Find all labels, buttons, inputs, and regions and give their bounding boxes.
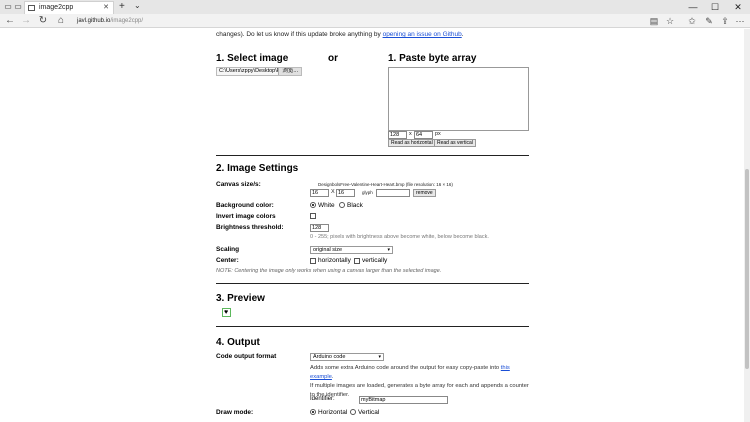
read-horizontal-button[interactable]: Read as horizontal — [388, 139, 436, 147]
center-vertical-checkbox[interactable] — [354, 258, 360, 264]
divider-3 — [216, 326, 529, 327]
canvas-width-input[interactable]: 16 — [310, 189, 329, 197]
glyph-input[interactable] — [376, 189, 410, 197]
favicon-icon — [28, 5, 35, 11]
identifier-input[interactable]: myBitmap — [359, 396, 448, 404]
code-format-label: Code output format — [216, 353, 277, 360]
center-horizontal-label: horizontally — [318, 257, 351, 264]
or-heading: or — [328, 53, 338, 64]
code-format-value: Arduino code — [313, 354, 346, 360]
tab-actions-icon[interactable]: ▭ — [3, 2, 13, 12]
format-desc-prefix: Adds some extra Arduino code around the … — [310, 365, 501, 371]
remove-button[interactable]: remove — [413, 189, 436, 197]
center-vertical-label: vertically — [362, 257, 388, 264]
identifier-label: Identifier: — [310, 396, 335, 402]
scaling-value: original size — [313, 247, 343, 253]
chevron-down-icon: ▾ — [378, 354, 381, 360]
paste-array-heading: 1. Paste byte array — [388, 53, 477, 64]
browser-nav-bar: ← → ↻ ⌂ javl.github.io/image2cpp/ ▤ ☆ ✩ … — [0, 14, 750, 28]
format-desc-suffix: . — [331, 374, 334, 380]
window-close-icon[interactable]: ✕ — [727, 0, 749, 14]
reading-view-icon[interactable]: ▤ — [648, 15, 660, 27]
browse-button[interactable]: 浏览... — [278, 68, 301, 75]
tab-close-icon[interactable]: ✕ — [103, 2, 109, 14]
glyph-label: glyph — [362, 190, 373, 195]
back-icon[interactable]: ← — [4, 15, 16, 27]
paste-height-input[interactable]: 64 — [414, 131, 433, 139]
intro-suffix: . — [461, 31, 464, 38]
center-note: NOTE: Centering the image only works whe… — [216, 268, 442, 274]
background-color-label: Background color: — [216, 202, 274, 209]
brightness-input[interactable]: 128 — [310, 224, 329, 232]
select-image-heading: 1. Select image — [216, 53, 289, 64]
notes-icon[interactable]: ✎ — [703, 15, 715, 27]
invert-colors-label: Invert image colors — [216, 213, 276, 220]
byte-array-textarea[interactable] — [388, 67, 529, 131]
preview-heading: 3. Preview — [216, 293, 265, 304]
browser-tab[interactable]: image2cpp ✕ — [24, 1, 114, 14]
divider-2 — [216, 283, 529, 284]
preview-canvas: ♥ — [222, 308, 231, 317]
scaling-select[interactable]: original size ▾ — [310, 246, 393, 254]
favorite-icon[interactable]: ☆ — [664, 15, 676, 27]
page-content: changes). Do let us know if this update … — [0, 29, 744, 422]
divider-1 — [216, 155, 529, 156]
share-icon[interactable]: ⇪ — [719, 15, 731, 27]
favorites-hub-icon[interactable]: ✩ — [686, 15, 698, 27]
address-path: /image2cpp/ — [110, 18, 144, 24]
read-vertical-button[interactable]: Read as vertical — [434, 139, 476, 147]
output-heading: 4. Output — [216, 337, 260, 348]
paste-width-input[interactable]: 128 — [388, 131, 407, 139]
address-bar[interactable]: javl.github.io/image2cpp/ — [77, 16, 667, 26]
home-icon[interactable]: ⌂ — [55, 15, 67, 27]
file-input-value: C:\Users\zppy\Desktop\F — [219, 68, 281, 74]
canvas-height-input[interactable]: 16 — [336, 189, 355, 197]
brightness-threshold-label: Brightness threshold: — [216, 224, 284, 231]
brightness-note: 0 - 255; pixels with brightness above be… — [310, 234, 489, 240]
browser-tab-bar: ▭ ▭ image2cpp ✕ + ⌄ — ☐ ✕ — [0, 0, 750, 14]
github-issue-link[interactable]: opening an issue on Github — [383, 31, 462, 38]
center-label: Center: — [216, 257, 239, 264]
draw-mode-label: Draw mode: — [216, 409, 254, 416]
code-format-select[interactable]: Arduino code ▾ — [310, 353, 384, 361]
intro-text: changes). Do let us know if this update … — [216, 31, 464, 38]
maximize-icon[interactable]: ☐ — [704, 0, 726, 14]
forward-icon[interactable]: → — [20, 15, 32, 27]
draw-vertical-label: Vertical — [358, 409, 380, 416]
more-icon[interactable]: ⋯ — [734, 15, 746, 27]
draw-horizontal-label: Horizontal — [318, 409, 348, 416]
page-scrollbar-thumb[interactable] — [745, 169, 749, 369]
bg-black-label: Black — [347, 202, 363, 209]
address-host: javl.github.io — [77, 18, 111, 24]
page-scrollbar[interactable] — [744, 29, 750, 422]
canvas-size-label: Canvas size/s: — [216, 181, 261, 188]
intro-prefix: changes). Do let us know if this update … — [216, 31, 383, 38]
tab-dropdown-icon[interactable]: ⌄ — [134, 1, 141, 10]
scaling-label: Scaling — [216, 246, 240, 253]
tab-preview-icon[interactable]: ▭ — [13, 2, 23, 12]
paste-x-label: x — [409, 131, 412, 137]
tab-title: image2cpp — [39, 4, 74, 11]
heart-icon: ♥ — [224, 309, 229, 316]
draw-horizontal-radio[interactable] — [310, 409, 316, 415]
bg-white-radio[interactable] — [310, 202, 316, 208]
chevron-down-icon: ▾ — [387, 247, 390, 253]
canvas-file-name: DesignbolsFree-Valentine-Heart-Heart.bmp… — [318, 182, 453, 187]
file-input[interactable]: C:\Users\zppy\Desktop\F 浏览... — [216, 67, 302, 76]
format-description: Adds some extra Arduino code around the … — [310, 364, 530, 400]
invert-colors-checkbox[interactable] — [310, 213, 316, 219]
new-tab-icon[interactable]: + — [119, 1, 125, 12]
paste-px-label: px — [435, 131, 441, 137]
center-horizontal-checkbox[interactable] — [310, 258, 316, 264]
bg-black-radio[interactable] — [339, 202, 345, 208]
draw-vertical-radio[interactable] — [350, 409, 356, 415]
bg-white-label: White — [318, 202, 335, 209]
refresh-icon[interactable]: ↻ — [37, 15, 49, 27]
minimize-icon[interactable]: — — [682, 0, 704, 14]
image-settings-heading: 2. Image Settings — [216, 163, 299, 174]
canvas-x-label: X — [331, 189, 335, 195]
